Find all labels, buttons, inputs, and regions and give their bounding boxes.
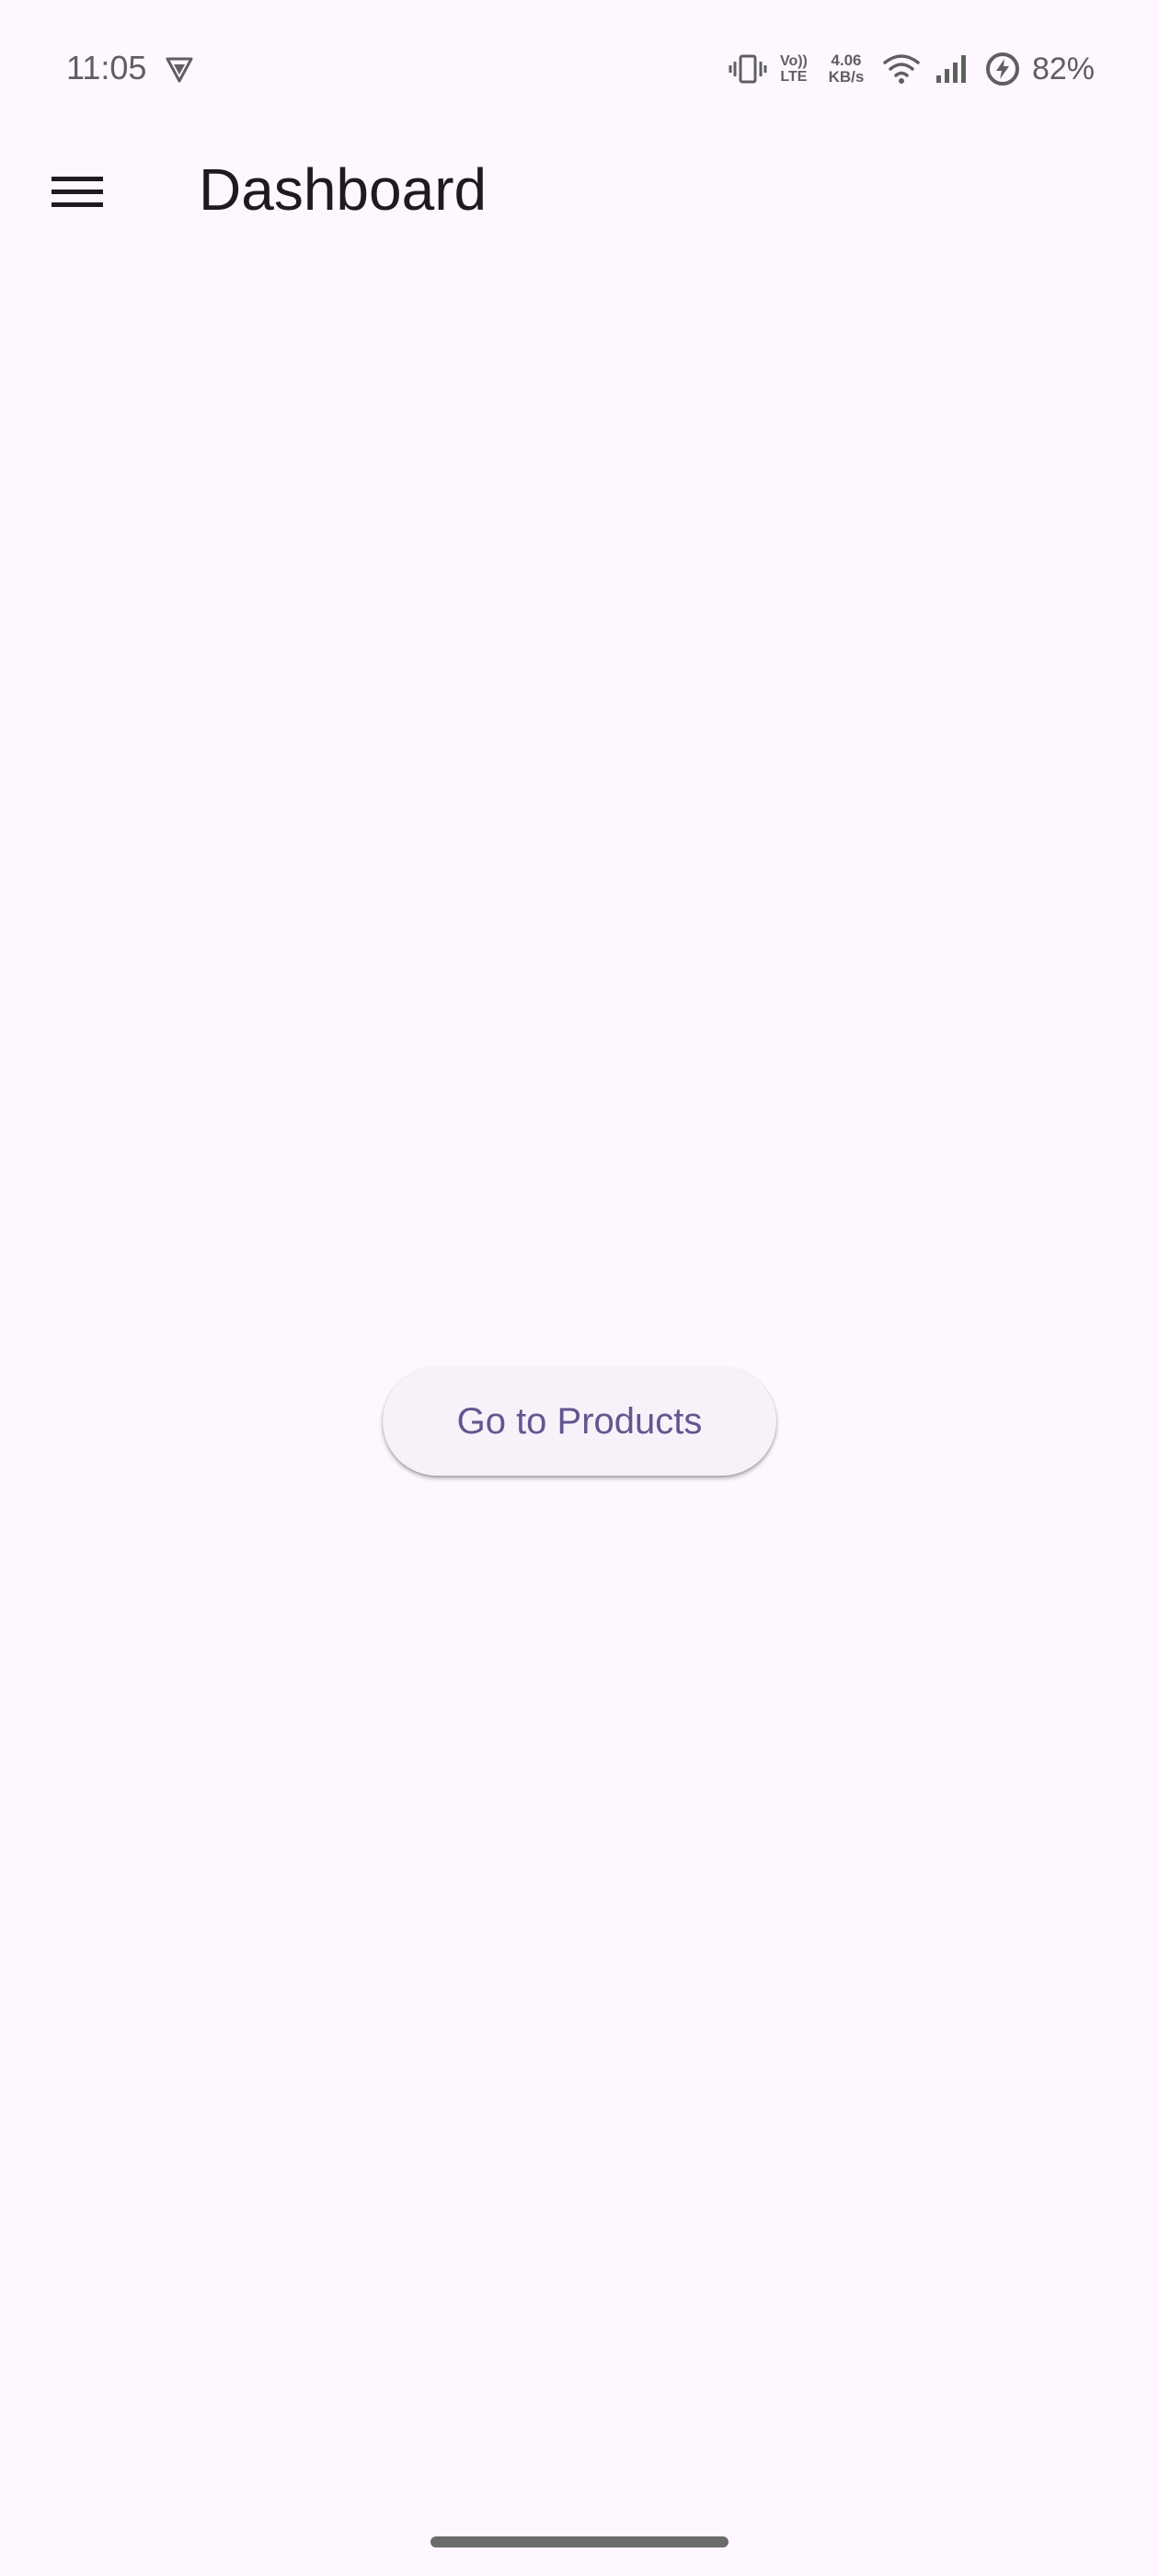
wifi-icon (883, 54, 920, 84)
go-to-products-button[interactable]: Go to Products (383, 1367, 776, 1476)
volte-bottom-label: LTE (780, 69, 808, 85)
battery-percentage: 82% (1031, 51, 1095, 86)
network-speed: 4.06 KB/s (822, 52, 870, 86)
status-bar: 11:05 Vo)) LTE 4.06 KB/s 82% (0, 0, 1159, 138)
vibrate-icon (729, 54, 767, 84)
network-speed-value: 4.06 (831, 52, 862, 69)
gesture-navigation-bar[interactable] (430, 2536, 729, 2547)
battery-saver-icon (985, 52, 1019, 86)
volte-top-label: Vo)) (779, 53, 808, 69)
network-speed-unit: KB/s (828, 68, 865, 86)
hamburger-menu-icon (52, 177, 103, 207)
page-title: Dashboard (199, 156, 488, 223)
status-icons: Vo)) LTE 4.06 KB/s 82% (729, 46, 1095, 92)
volte-icon: Vo)) LTE (776, 53, 811, 85)
vpn-shield-icon (166, 57, 193, 83)
menu-button[interactable] (37, 158, 118, 221)
go-to-products-label: Go to Products (456, 1400, 703, 1442)
status-time: 11:05 (66, 49, 147, 86)
app-bar: Dashboard (0, 138, 1159, 241)
cell-signal-icon (935, 55, 966, 83)
